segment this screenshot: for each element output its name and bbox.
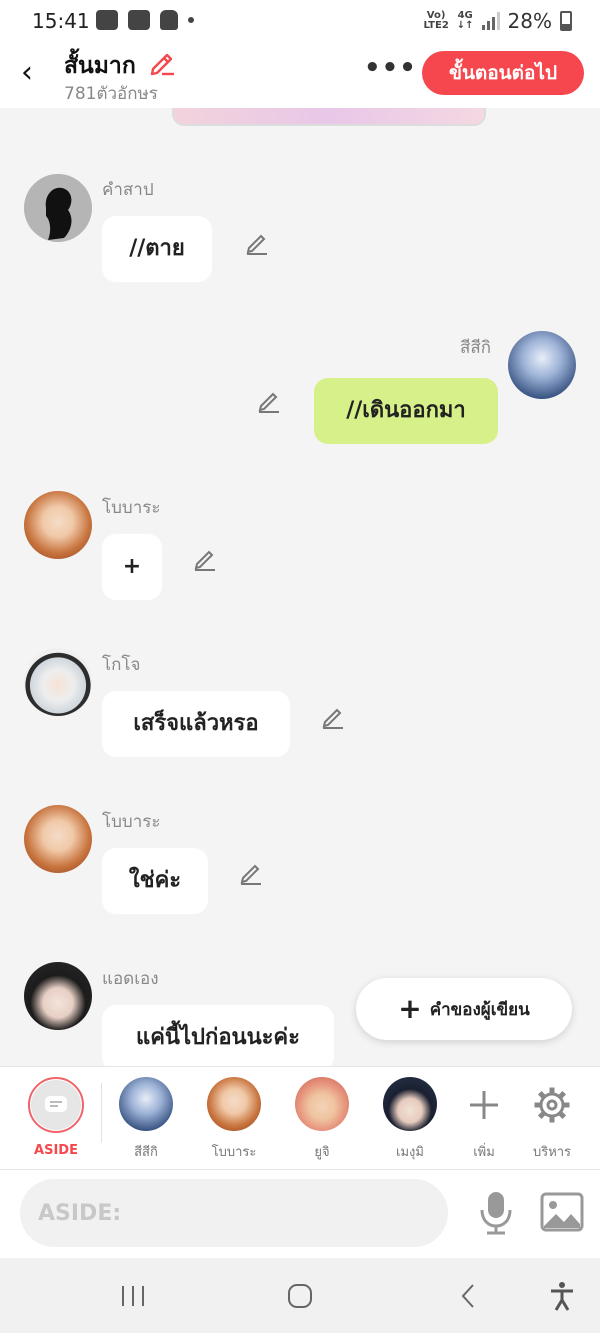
- avatar: [119, 1077, 173, 1131]
- sender-name: โบบาระ: [102, 812, 161, 832]
- status-right: Vo) LTE2 4G ↓↑ 28%: [423, 9, 572, 33]
- character-item[interactable]: เมงุมิ: [370, 1077, 450, 1162]
- character-item[interactable]: สีสีกิ: [106, 1077, 186, 1162]
- message-bubble[interactable]: แค่นี้ไปก่อนนะค่ะ: [102, 1005, 334, 1066]
- character-item[interactable]: โบบาระ: [194, 1077, 274, 1162]
- accessibility-icon[interactable]: [548, 1280, 576, 1312]
- aside-selected-ring: [28, 1077, 84, 1133]
- battery-icon: [560, 11, 572, 31]
- avatar[interactable]: [24, 805, 92, 873]
- status-time: 15:41: [32, 9, 90, 33]
- avatar[interactable]: [508, 331, 576, 399]
- message-bubble[interactable]: //เดินออกมา: [314, 378, 498, 444]
- back-button[interactable]: ‹: [12, 56, 42, 90]
- character-name: สีสีกิ: [134, 1145, 158, 1160]
- more-options-button[interactable]: •••: [364, 55, 416, 84]
- character-item[interactable]: ยูจิ: [282, 1077, 362, 1162]
- avatar[interactable]: [24, 174, 92, 242]
- avatar: [207, 1077, 261, 1131]
- aside-text-input[interactable]: [20, 1179, 448, 1247]
- manage-label: บริหาร: [532, 1145, 572, 1160]
- avatar[interactable]: [24, 962, 92, 1030]
- system-navigation-bar: [0, 1258, 600, 1333]
- sender-name: สีสีกิ: [460, 338, 492, 358]
- back-nav-icon[interactable]: [456, 1280, 480, 1312]
- sender-name: โกโจ: [102, 655, 141, 675]
- message-bubble[interactable]: +: [102, 534, 162, 600]
- avatar[interactable]: [24, 648, 92, 716]
- message-bubble[interactable]: ใช่ค่ะ: [102, 848, 208, 914]
- edit-message-icon[interactable]: [192, 546, 218, 572]
- cover-image-preview[interactable]: [172, 108, 486, 126]
- image-icon[interactable]: [540, 1192, 584, 1232]
- aside-avatar: [31, 1080, 81, 1130]
- aside-character[interactable]: ASIDE: [16, 1077, 96, 1158]
- divider: [101, 1083, 102, 1143]
- android-icon: [160, 10, 178, 30]
- silhouette-avatar-icon: [24, 174, 92, 242]
- edit-title-icon[interactable]: [148, 48, 176, 76]
- manage-characters-button[interactable]: บริหาร: [512, 1077, 592, 1162]
- sender-name: แอดเอง: [102, 969, 159, 989]
- microphone-icon[interactable]: [476, 1190, 516, 1236]
- story-title[interactable]: สั้นมาก: [64, 48, 136, 84]
- next-step-button[interactable]: ขั้นตอนต่อไป: [422, 51, 584, 95]
- status-notification-icons: [96, 10, 194, 30]
- character-count: 781ตัวอักษร: [64, 84, 158, 104]
- edit-message-icon[interactable]: [256, 388, 282, 414]
- sender-name: คำสาป: [102, 180, 154, 200]
- edit-message-icon[interactable]: [238, 860, 264, 886]
- chat-area[interactable]: คำสาป //ตาย สีสีกิ //เดินออกมา โบบาระ + …: [0, 108, 600, 1066]
- character-name: เมงุมิ: [396, 1145, 424, 1160]
- character-selector-bar: ASIDE สีสีกิ โบบาระ ยูจิ เมงุมิ เพิ่ม บร…: [0, 1066, 600, 1170]
- avatar[interactable]: [24, 491, 92, 559]
- plus-icon: +: [398, 992, 422, 1025]
- home-icon[interactable]: [284, 1280, 316, 1312]
- sender-name: โบบาระ: [102, 498, 161, 518]
- battery-percent: 28%: [507, 9, 552, 33]
- status-bar: 15:41 Vo) LTE2 4G ↓↑ 28%: [0, 0, 600, 44]
- gallery-icon: [128, 10, 150, 30]
- character-name: โบบาระ: [211, 1145, 257, 1160]
- gear-icon: [534, 1087, 570, 1123]
- message-bubble[interactable]: เสร็จแล้วหรอ: [102, 691, 290, 757]
- input-bar: [0, 1170, 600, 1258]
- data-indicator: 4G ↓↑: [456, 10, 474, 31]
- more-notifications-icon: [188, 17, 194, 23]
- message-bubble[interactable]: //ตาย: [102, 216, 212, 282]
- aside-label: ASIDE: [34, 1143, 78, 1158]
- edit-message-icon[interactable]: [244, 230, 270, 256]
- recent-apps-icon[interactable]: [118, 1280, 148, 1312]
- signal-icon: [481, 12, 500, 30]
- chat-bubble-icon: [45, 1096, 67, 1112]
- character-name: ยูจิ: [314, 1145, 330, 1160]
- plus-icon: [470, 1091, 498, 1119]
- author-note-label: คำของผู้เขียน: [429, 999, 530, 1020]
- avatar: [383, 1077, 437, 1131]
- add-author-note-button[interactable]: + คำของผู้เขียน: [356, 978, 572, 1040]
- video-app-icon: [96, 10, 118, 30]
- volte-indicator: Vo) LTE2: [423, 10, 449, 31]
- top-app-bar: ‹ สั้นมาก 781ตัวอักษร ••• ขั้นตอนต่อไป: [0, 44, 600, 108]
- edit-message-icon[interactable]: [320, 704, 346, 730]
- avatar: [295, 1077, 349, 1131]
